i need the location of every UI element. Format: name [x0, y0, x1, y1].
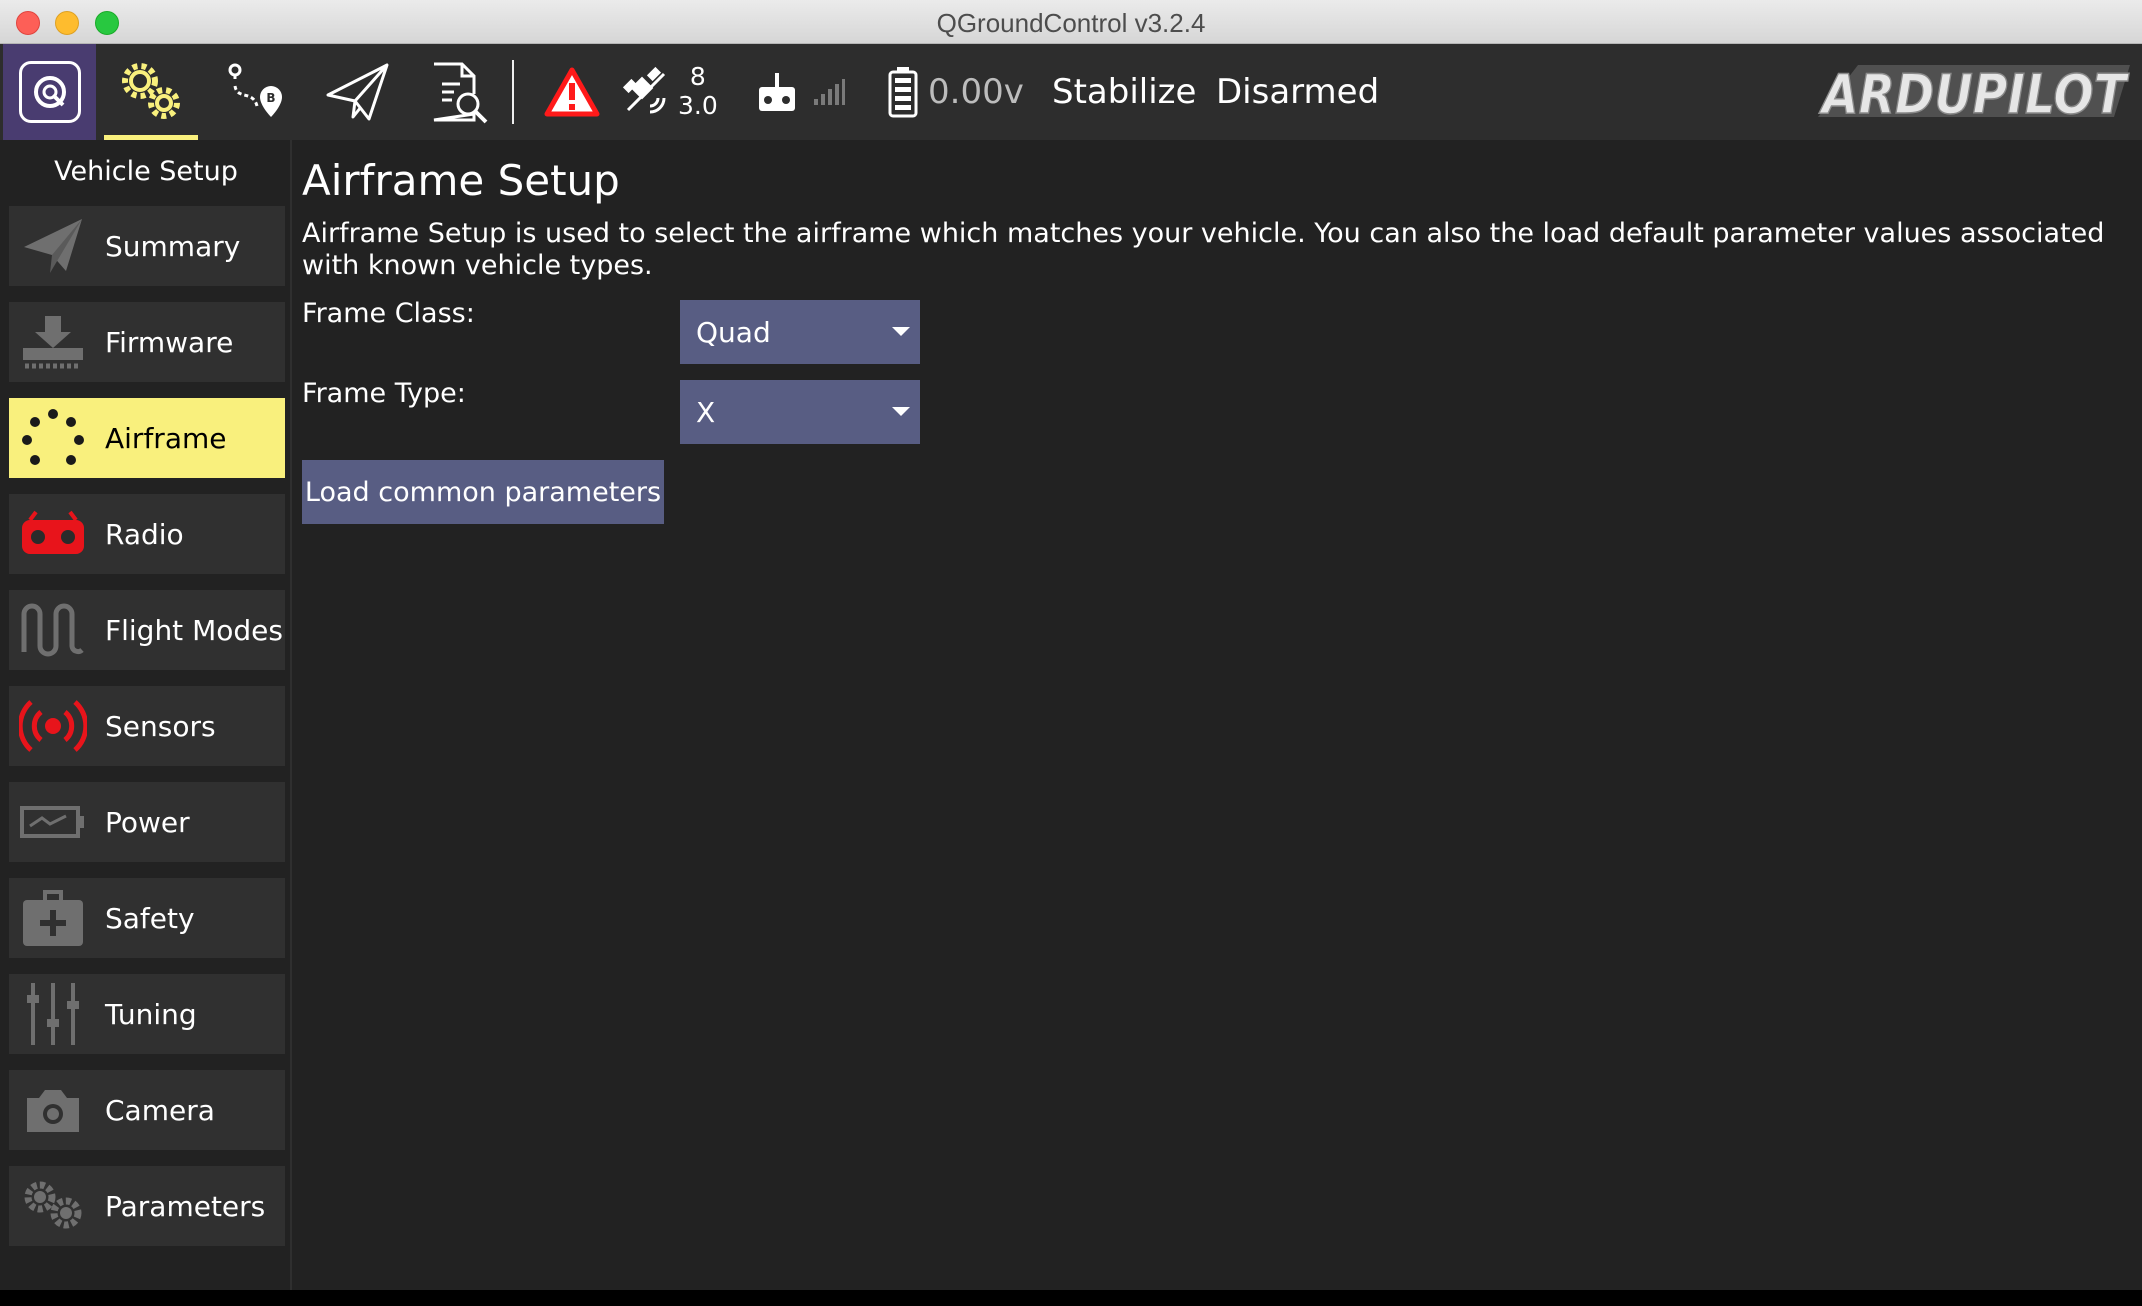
sidebar-item-label: Firmware — [105, 325, 234, 359]
sidebar-item-label: Power — [105, 805, 190, 839]
satellite-count: 8 — [689, 62, 706, 91]
sidebar-item-power[interactable]: Power — [9, 782, 285, 862]
flight-modes-wave-icon — [17, 590, 89, 670]
sliders-icon — [17, 974, 89, 1054]
analyze-view-button[interactable] — [418, 44, 498, 140]
arm-state[interactable]: Disarmed — [1216, 44, 1379, 140]
plan-view-button[interactable]: B — [215, 44, 295, 140]
gps-hdop: 3.0 — [678, 91, 718, 120]
sidebar-item-label: Sensors — [105, 709, 216, 743]
sidebar-item-label: Summary — [105, 229, 241, 263]
qgc-logo-button[interactable] — [3, 44, 96, 140]
parameters-gears-icon — [17, 1166, 89, 1246]
fly-view-icon — [326, 63, 389, 121]
signal-strength-icon — [814, 79, 845, 105]
flight-mode-selector[interactable]: Stabilize — [1052, 44, 1196, 140]
gps-satellite-icon — [622, 66, 666, 114]
chevron-down-icon — [892, 327, 910, 336]
frame-class-dropdown[interactable]: Quad — [680, 300, 920, 364]
battery-indicator[interactable]: 0.00v — [888, 44, 1048, 140]
sidebar-item-label: Tuning — [105, 997, 197, 1031]
airframe-setup-panel: Airframe Setup Airframe Setup is used to… — [302, 140, 2132, 1290]
sidebar-item-label: Flight Modes — [105, 613, 283, 647]
toolbar-divider — [512, 60, 514, 124]
sidebar-item-tuning[interactable]: Tuning — [9, 974, 285, 1054]
window-title-bar: QGroundControl v3.2.4 — [0, 0, 2142, 44]
camera-icon — [17, 1070, 89, 1150]
frame-type-label: Frame Type: — [302, 378, 466, 409]
sidebar-heading: Vehicle Setup — [54, 156, 238, 187]
sidebar-item-label: Airframe — [105, 421, 227, 455]
sidebar-item-flight-modes[interactable]: Flight Modes — [9, 590, 285, 670]
warning-icon — [544, 67, 600, 117]
first-aid-kit-icon — [17, 878, 89, 958]
vehicle-setup-sidebar: Vehicle Setup Summary Firmware Airframe … — [0, 140, 292, 1290]
rc-transmitter-icon — [759, 73, 795, 111]
sidebar-item-radio[interactable]: Radio — [9, 494, 285, 574]
main-toolbar: B 8 3.0 0.00v Stabilize Disarmed ARDUPIL… — [0, 44, 2142, 140]
frame-type-dropdown[interactable]: X — [680, 380, 920, 444]
svg-text:B: B — [266, 91, 275, 105]
page-title: Airframe Setup — [302, 156, 620, 205]
radio-controller-icon — [17, 494, 89, 574]
messages-indicator[interactable] — [540, 44, 604, 140]
gps-indicator[interactable]: 8 3.0 — [620, 44, 730, 140]
rc-rssi-indicator[interactable] — [756, 44, 856, 140]
sidebar-item-airframe[interactable]: Airframe — [9, 398, 285, 478]
sidebar-item-label: Parameters — [105, 1189, 266, 1223]
battery-power-icon — [17, 782, 89, 862]
airframe-dots-icon — [17, 398, 89, 478]
vehicle-setup-gears-icon — [122, 63, 180, 119]
download-icon — [17, 302, 89, 382]
load-common-parameters-button[interactable]: Load common parameters — [302, 460, 664, 524]
battery-voltage: 0.00v — [928, 72, 1024, 112]
vehicle-setup-toolbar-button[interactable] — [104, 44, 198, 140]
frame-class-label: Frame Class: — [302, 298, 475, 329]
chevron-down-icon — [892, 407, 910, 416]
qgc-logo-icon — [18, 61, 81, 123]
analyze-icon — [433, 62, 488, 124]
sidebar-item-label: Camera — [105, 1093, 215, 1127]
sidebar-item-label: Radio — [105, 517, 184, 551]
brand-text: ARDUPILOT — [1818, 63, 2129, 126]
frame-class-value: Quad — [696, 315, 771, 349]
window-title: QGroundControl v3.2.4 — [936, 8, 1206, 38]
sidebar-item-firmware[interactable]: Firmware — [9, 302, 285, 382]
sidebar-item-parameters[interactable]: Parameters — [9, 1166, 285, 1246]
sidebar-item-summary[interactable]: Summary — [9, 206, 285, 286]
sidebar-item-label: Safety — [105, 901, 195, 935]
frame-type-value: X — [696, 395, 716, 429]
window-bottom-edge — [0, 1290, 2142, 1306]
sidebar-item-safety[interactable]: Safety — [9, 878, 285, 958]
paper-plane-icon — [17, 206, 89, 286]
fly-view-button[interactable] — [318, 44, 398, 140]
plan-view-icon: B — [228, 63, 282, 117]
sidebar-item-camera[interactable]: Camera — [9, 1070, 285, 1150]
sensors-broadcast-icon — [17, 686, 89, 766]
ardupilot-brand-logo: ARDUPILOT — [1808, 44, 2138, 140]
battery-icon — [888, 67, 918, 118]
page-description: Airframe Setup is used to select the air… — [302, 218, 2105, 281]
sidebar-item-sensors[interactable]: Sensors — [9, 686, 285, 766]
